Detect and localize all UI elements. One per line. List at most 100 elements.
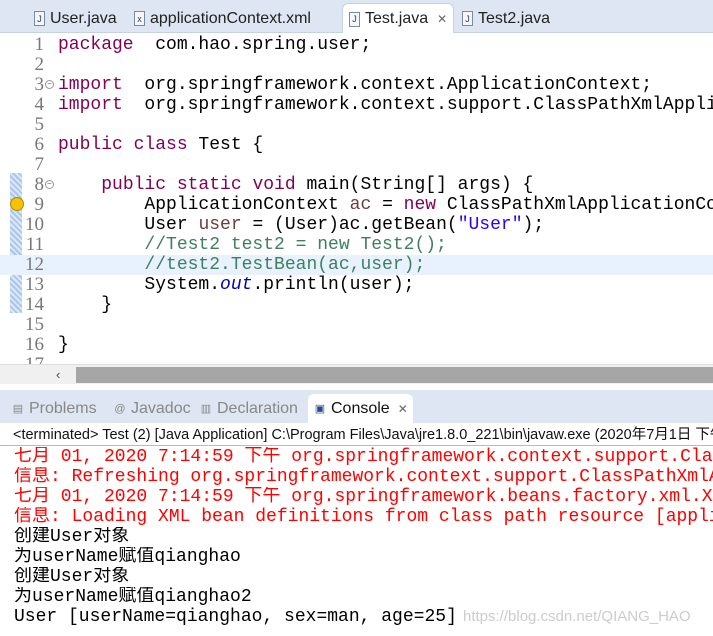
code-line[interactable]: 17 (0, 355, 713, 365)
code-token: //Test2 test2 = new Test2(); (58, 235, 447, 255)
code-text: User user = (User)ac.getBean("User"); (58, 215, 544, 235)
code-line[interactable]: 14 } (0, 294, 713, 316)
watermark: https://blog.csdn.net/QIANG_HAO (463, 608, 691, 625)
code-line[interactable]: 2 (0, 55, 713, 75)
console-icon: ▣ (314, 403, 326, 415)
line-number: 2 (34, 54, 45, 75)
code-line[interactable]: 16} (0, 334, 713, 356)
code-line[interactable]: 11 //Test2 test2 = new Test2(); (0, 235, 713, 256)
code-line[interactable]: 9 ApplicationContext ac = new ClassPathX… (0, 195, 713, 215)
code-token: new (403, 195, 437, 215)
scroll-left-icon[interactable]: ‹ (56, 367, 60, 382)
scrollbar-thumb[interactable] (76, 367, 713, 383)
line-number: 12 (25, 254, 44, 275)
console-line: 创建User对象 (14, 527, 130, 547)
line-number: 1 (34, 34, 45, 55)
code-text: import org.springframework.context.Appli… (58, 75, 652, 95)
warning-icon[interactable] (10, 197, 24, 211)
line-number: 4 (34, 94, 45, 115)
tab-applicationcontext-xml[interactable]: x applicationContext.xml (128, 4, 317, 33)
code-token: ac (349, 195, 372, 215)
console-line: 创建User对象 (14, 567, 130, 587)
line-number: 10 (25, 214, 44, 235)
console-line: 为userName赋值qianghao (14, 547, 241, 567)
code-text: //test2.TestBean(ac,user); (58, 255, 425, 275)
code-text: public class Test { (58, 135, 263, 155)
line-number: 15 (25, 314, 44, 335)
code-line[interactable]: 5 (0, 115, 713, 135)
code-token: ApplicationContext (58, 195, 350, 215)
fold-icon[interactable]: − (45, 180, 54, 189)
tab-label: Javadoc (131, 399, 191, 417)
code-token: import (58, 75, 123, 95)
console-output[interactable]: 七月 01, 2020 7:14:59 下午 org.springframewo… (14, 447, 713, 627)
tab-test2-java[interactable]: J Test2.java (456, 4, 556, 33)
console-line: 信息: Refreshing org.springframework.conte… (14, 467, 713, 487)
tab-label: Test.java (365, 10, 429, 27)
fold-icon[interactable]: − (45, 80, 54, 89)
line-number: 17 (4, 355, 44, 365)
code-line[interactable]: 6 public class Test { (0, 134, 713, 156)
code-text: import org.springframework.context.suppo… (58, 95, 713, 115)
tab-label: Test2.java (478, 9, 551, 27)
code-token: User (58, 215, 199, 235)
close-icon[interactable]: ✕ (398, 402, 408, 416)
code-line[interactable]: 4 import org.springframework.context.supp… (0, 94, 713, 116)
code-line[interactable]: 1 package com.hao.spring.user; (0, 34, 713, 56)
tab-user-java[interactable]: J User.java (28, 4, 123, 33)
code-line[interactable]: 15 (0, 315, 713, 335)
tab-test-java[interactable]: J Test.java ✕ (342, 3, 455, 34)
tab-label: Declaration (217, 399, 298, 417)
code-token: user (198, 215, 242, 235)
code-token: package (58, 35, 134, 55)
tab-label: Console (331, 399, 390, 417)
code-token: System. (58, 275, 221, 295)
code-line[interactable]: 3− import org.springframework.context.App… (0, 75, 713, 96)
code-token: ClassPathXmlApplicationContext("applicat… (446, 195, 713, 215)
console-header: <terminated> Test (2) [Java Application]… (0, 425, 713, 446)
code-editor[interactable]: 1 package com.hao.spring.user; 2 3− import o… (0, 33, 713, 364)
code-token: public class (58, 135, 188, 155)
declaration-icon: ▥ (200, 403, 212, 415)
tab-console[interactable]: ▣ Console ✕ (308, 394, 413, 423)
code-token: } (58, 295, 113, 315)
code-line[interactable]: 8− public static void main(String[] args… (0, 175, 713, 196)
problems-icon: ▤ (12, 403, 24, 415)
code-token: out (220, 275, 253, 295)
code-token: public static void (101, 175, 296, 195)
tab-declaration[interactable]: ▥ Declaration (194, 394, 303, 423)
java-file-icon: J (34, 11, 45, 26)
code-token: ); (522, 215, 545, 235)
editor-tab-bar: J User.java x applicationContext.xml J Test… (0, 0, 713, 34)
code-token: .println(user); (252, 275, 415, 295)
code-token: } (58, 335, 69, 355)
code-line[interactable]: 12 //test2.TestBean(ac,user); (0, 255, 713, 275)
code-text: } (58, 335, 69, 355)
console-tab-bar: ▤ Problems @ Javadoc ▥ Declaration ▣ Console… (0, 390, 713, 423)
code-token: org.springframework.context.support.Clas… (144, 95, 713, 115)
line-number: 6 (34, 134, 45, 155)
tab-problems[interactable]: ▤ Problems (6, 394, 102, 423)
code-line[interactable]: 10 User user = (User)ac.getBean("User"); (0, 214, 713, 236)
code-line[interactable]: 7 (0, 155, 713, 175)
code-text: ApplicationContext ac = new ClassPathXml… (58, 195, 713, 215)
line-number: 16 (25, 334, 44, 355)
line-number: 14 (25, 294, 44, 315)
code-text: } (58, 295, 112, 315)
console-line: 信息: Loading XML bean definitions from cl… (14, 507, 713, 527)
code-token: //test2.TestBean(ac,user); (58, 255, 426, 275)
code-line[interactable]: 13 System.out.println(user); (0, 274, 713, 296)
code-token: Test { (187, 135, 264, 155)
console-line: 七月 01, 2020 7:14:59 下午 org.springframewo… (14, 447, 713, 467)
line-number: 13 (25, 274, 44, 295)
console-line: 七月 01, 2020 7:14:59 下午 org.springframewo… (14, 487, 713, 507)
tab-javadoc[interactable]: @ Javadoc (108, 394, 196, 423)
code-text: //Test2 test2 = new Test2(); (58, 235, 447, 255)
code-token: com.hao.spring.user; (133, 35, 372, 55)
horizontal-scrollbar[interactable]: ‹ (0, 364, 713, 384)
code-token: "User" (457, 215, 523, 235)
console-line: 为userName赋值qianghao2 (14, 587, 252, 607)
close-icon[interactable]: ✕ (437, 12, 447, 26)
line-number: 7 (34, 154, 45, 175)
